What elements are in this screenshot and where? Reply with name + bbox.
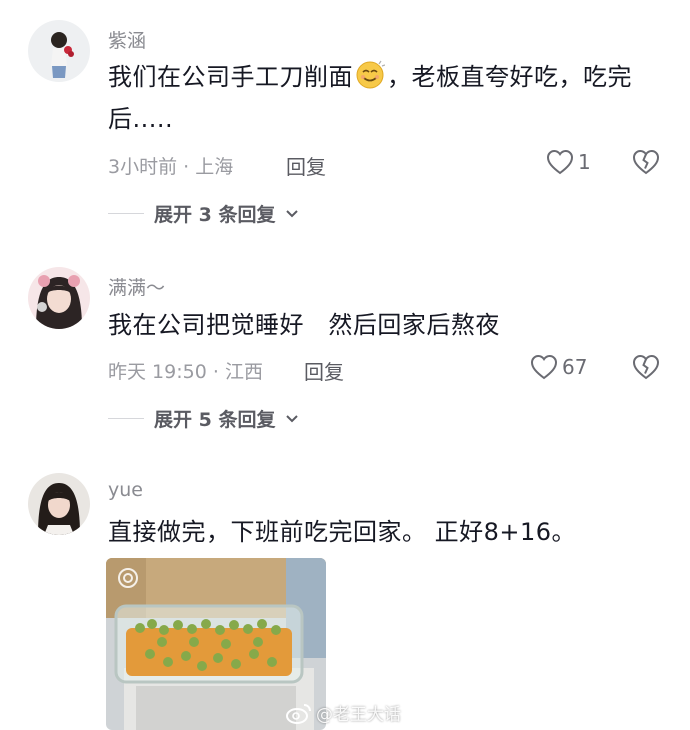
timestamp: 3小时前 <box>108 156 178 178</box>
expand-replies[interactable]: 展开 5 条回复 <box>108 405 299 432</box>
dislike-button[interactable] <box>632 149 660 179</box>
avatar[interactable] <box>28 267 90 329</box>
like-button[interactable]: 1 <box>546 149 591 175</box>
location: 江西 <box>224 361 263 383</box>
username[interactable]: 紫涵 <box>108 26 146 53</box>
watermark-text: @老王大话 <box>316 705 401 725</box>
dislike-button[interactable] <box>632 354 660 384</box>
like-button[interactable]: 67 <box>530 354 587 380</box>
comment-meta: 3小时前 · 上海 <box>108 156 234 178</box>
location: 上海 <box>195 156 234 178</box>
weibo-icon <box>286 703 311 724</box>
reply-button[interactable]: 回复 <box>304 356 344 385</box>
comment-text: 我们在公司手工刀削面 ，老板直夸好吃，吃完后..... <box>108 56 653 140</box>
like-count: 1 <box>578 150 591 174</box>
reply-button[interactable]: 回复 <box>286 151 326 180</box>
username[interactable]: yue <box>108 479 143 501</box>
heart-icon <box>546 149 574 175</box>
broken-heart-icon <box>632 149 660 175</box>
username[interactable]: 满满～ <box>108 273 165 300</box>
watermark: @老王大话 <box>286 700 401 725</box>
like-count: 67 <box>562 355 588 379</box>
comment-text-part: 我们在公司手工刀削面 <box>108 63 353 91</box>
expand-replies-label: 展开 3 条回复 <box>154 204 276 226</box>
expand-replies[interactable]: 展开 3 条回复 <box>108 200 299 227</box>
expand-replies-label: 展开 5 条回复 <box>154 409 276 431</box>
timestamp: 昨天 19:50 <box>108 361 207 383</box>
divider <box>108 213 144 214</box>
divider <box>108 418 144 419</box>
smiling-face-emoji-icon <box>356 60 385 89</box>
chevron-down-icon <box>286 414 299 422</box>
comment-text: 我在公司把觉睡好 然后回家后熬夜 <box>108 311 500 339</box>
broken-heart-icon <box>632 354 660 380</box>
avatar[interactable] <box>28 473 90 535</box>
chevron-down-icon <box>286 209 299 217</box>
heart-icon <box>530 354 558 380</box>
comment-text: 直接做完，下班前吃完回家。 正好8+16。 <box>108 518 577 546</box>
comment-meta: 昨天 19:50 · 江西 <box>108 361 263 383</box>
avatar[interactable] <box>28 20 90 82</box>
